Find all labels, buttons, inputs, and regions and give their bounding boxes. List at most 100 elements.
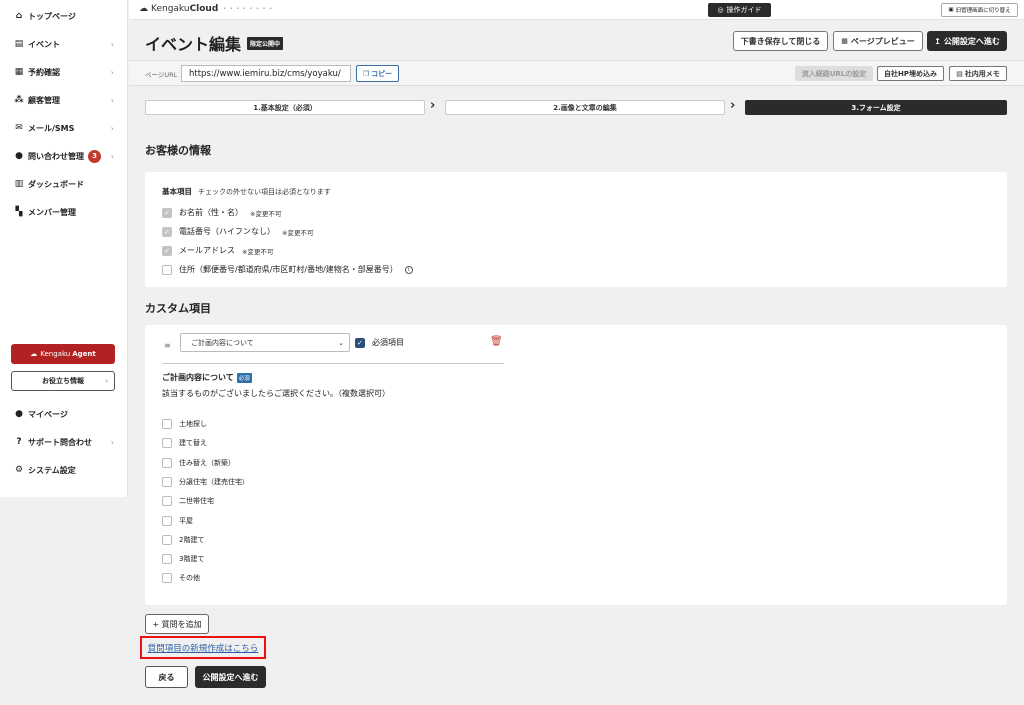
trash-icon[interactable]: 🗑 [490,336,503,347]
add-question-button[interactable]: + 質問を追加 [145,614,209,634]
step-label: 1.基本設定（必須） [253,103,317,112]
option-checkbox[interactable] [162,496,172,507]
option-checkbox[interactable] [162,554,172,565]
option-row[interactable]: 2階建て [162,534,205,545]
chart-icon: ▥ [14,179,24,189]
option-checkbox[interactable] [162,476,172,487]
field-checkbox[interactable]: ✓ [162,245,172,256]
required-toggle[interactable]: ✓ 必須項目 [355,337,404,348]
field-checkbox[interactable] [162,264,172,275]
copy-url-button[interactable]: ❐ コピー [356,65,399,82]
new-question-link[interactable]: 質問項目の新規作成はこちら [140,636,266,659]
kengaku-agent-button[interactable]: ☁ Kengaku Agent [11,344,115,364]
sidebar-item[interactable]: ● マイページ [14,404,122,424]
customer-field-row[interactable]: ✓ メールアドレス ※変更不可 [162,245,273,256]
option-label: 2階建て [179,535,205,544]
customer-field-row[interactable]: ✓ お名前（性・名） ※変更不可 [162,207,281,218]
embed-hp-button[interactable]: 自社HP埋め込み [877,66,944,81]
chevron-right-icon: › [110,39,114,49]
basic-items-note: チェックの外せない項目は必須となります [198,188,331,196]
field-note: ※変更不可 [282,228,314,237]
chevron-right-icon: › [110,95,114,105]
option-row[interactable]: 住み替え（新築） [162,457,235,468]
sidebar: ⌂ トップページ ▤ イベント › ▦ 予約確認 › ⁂ 顧客管理 › ✉ メール/SMS › ● 問い合わせ… [0,0,128,497]
document-icon: ▤ [14,39,24,49]
chevron-down-icon: ⌄ [338,338,344,347]
sidebar-item[interactable]: ✉ メール/SMS › [14,118,122,138]
option-label: 分譲住宅（建売住宅） [179,477,249,486]
field-checkbox[interactable]: ✓ [162,226,172,237]
sidebar-item[interactable]: ? サポート問合わせ › [14,432,122,452]
chevron-right-icon: › [110,151,114,161]
drag-handle-icon[interactable]: ≡ [164,341,171,350]
copy-icon: ❐ [362,69,370,78]
option-label: 住み替え（新築） [179,458,235,467]
option-row[interactable]: 土地探し [162,419,207,429]
sidebar-item[interactable]: ● 問い合わせ管理 3 › [14,146,122,166]
preview-icon: ▦ [841,37,848,45]
option-checkbox[interactable] [162,534,172,545]
step-basic-settings[interactable]: 1.基本設定（必須） [145,100,425,115]
new-question-link-text: 質問項目の新規作成はこちら [147,643,259,654]
save-draft-close-button[interactable]: 下書き保存して閉じる [733,31,828,51]
cloud-icon: ☁ [30,350,38,358]
sidebar-item[interactable]: ▤ イベント › [14,34,122,54]
option-checkbox[interactable] [162,419,172,429]
basic-items-heading: 基本項目 チェックの外せない項目は必須となります [162,186,331,197]
customer-field-row[interactable]: 住所（郵便番号/都道府県/市区町村/番地/建物名・部屋番号） i [162,264,413,275]
publish-settings-button[interactable]: ↥ 公開設定へ進む [927,31,1007,51]
logo-name: Cloud [189,4,219,14]
sidebar-item-label: 問い合わせ管理 [28,151,84,161]
page-preview-button[interactable]: ▦ ページプレビュー [833,31,923,51]
sidebar-item[interactable]: ⌂ トップページ [14,6,122,26]
info-icon[interactable]: i [404,265,413,274]
field-checkbox[interactable]: ✓ [162,207,172,218]
custom-item-select[interactable]: ご計画内容について ⌄ [180,333,350,352]
switch-icon: ▣ [948,7,954,13]
sidebar-item[interactable]: ⁂ 顧客管理 › [14,90,122,110]
required-checkbox[interactable]: ✓ [355,337,365,348]
page-url-field[interactable]: https://www.iemiru.biz/cms/yoyaku/ [181,65,351,82]
back-button[interactable]: 戻る [145,666,188,688]
page-preview-label: ページプレビュー [850,36,915,46]
option-checkbox[interactable] [162,438,172,449]
field-label: 電話番号（ハイフンなし） [179,227,275,236]
status-badge: 限定公開中 [247,36,284,50]
option-checkbox[interactable] [162,573,172,584]
option-row[interactable]: その他 [162,573,200,584]
step-image-text[interactable]: 2.画像と文章の編集 [445,100,725,115]
useful-info-button[interactable]: お役立ち情報 › [11,371,115,391]
operation-guide-button[interactable]: ◎ 操作ガイド [708,3,771,17]
option-row[interactable]: 分譲住宅（建売住宅） [162,476,249,487]
internal-memo-button[interactable]: ▤ 社内用メモ [949,66,1007,81]
question-description: 該当するものがございましたらご選択ください。（複数選択可） [162,389,390,398]
option-checkbox[interactable] [162,515,172,526]
sidebar-item[interactable]: ▦ 予約確認 › [14,62,122,82]
sidebar-item[interactable]: ⚙ システム設定 [14,460,122,480]
option-checkbox[interactable] [162,457,172,468]
option-row[interactable]: 平屋 [162,515,193,526]
customer-info-title: お客様の情報 [145,144,211,157]
chevron-right-icon: › [105,377,108,385]
step-form-settings[interactable]: 3.フォーム設定 [745,100,1007,115]
switch-old-admin-button[interactable]: ▣ 旧管理画面に切り替え [941,3,1018,17]
topbar: ☁ Kengaku Cloud • • • • • • • • ◎ 操作ガイド ▣… [129,0,1024,20]
operation-guide-label: 操作ガイド [726,6,762,14]
help-icon: ? [16,437,22,447]
option-row[interactable]: 二世帯住宅 [162,496,214,507]
sidebar-item-label: 顧客管理 [28,95,60,105]
sidebar-item[interactable]: ▚ メンバー管理 [14,202,122,222]
field-label: 住所（郵便番号/都道府県/市区町村/番地/建物名・部屋番号） [179,265,398,274]
sidebar-item[interactable]: ▥ ダッシュボード [14,174,122,194]
logo[interactable]: ☁ Kengaku Cloud • • • • • • • • [139,4,273,14]
sidebar-item-label: システム設定 [28,465,76,475]
option-row[interactable]: 建て替え [162,438,207,449]
customer-field-row[interactable]: ✓ 電話番号（ハイフンなし） ※変更不可 [162,226,313,237]
sidebar-item-label: トップページ [28,11,76,21]
basic-items-title: 基本項目 [162,187,192,196]
upload-icon: ↥ [934,36,941,46]
agent-prefix: Kengaku [40,350,71,358]
inflow-url-button[interactable]: 流入経路URLの設定 [795,66,873,81]
next-publish-button[interactable]: 公開設定へ進む [195,666,266,688]
option-row[interactable]: 3階建て [162,554,204,565]
